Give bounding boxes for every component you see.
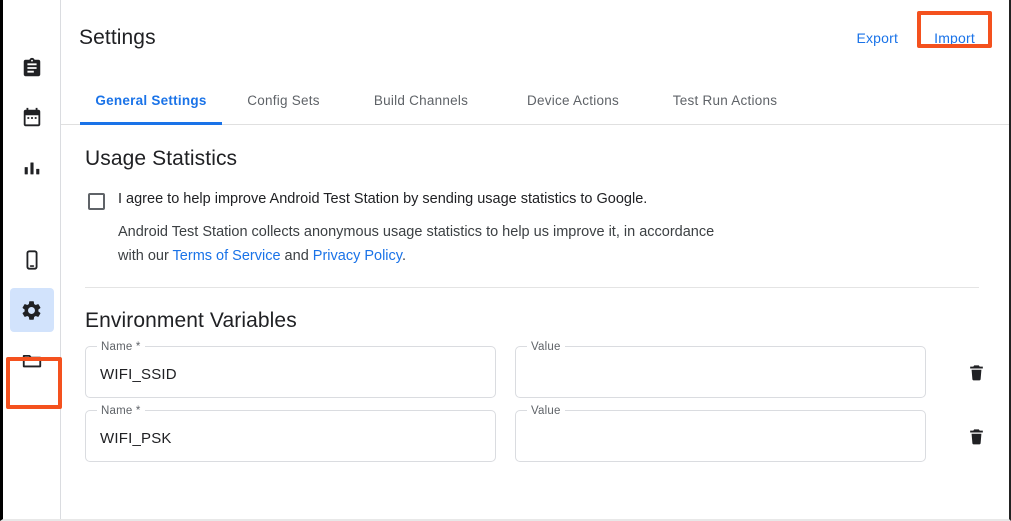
terms-of-service-link[interactable]: Terms of Service: [173, 248, 281, 264]
env-var-name-field[interactable]: Name * WIFI_PSK: [85, 410, 496, 462]
calendar-icon: [21, 107, 43, 129]
delete-env-var-button[interactable]: [957, 346, 995, 398]
note-middle-text: and: [281, 248, 313, 264]
delete-env-var-button[interactable]: [957, 410, 995, 462]
clipboard-icon: [21, 57, 43, 79]
phone-icon: [21, 249, 43, 271]
env-var-name-value: WIFI_PSK: [100, 430, 172, 448]
page-title: Settings: [79, 26, 156, 50]
sidebar-item-test-suites[interactable]: [10, 46, 54, 90]
trash-icon: [967, 363, 986, 382]
environment-variables-heading: Environment Variables: [85, 309, 987, 333]
tab-test-run-actions[interactable]: Test Run Actions: [649, 76, 801, 124]
sidebar-item-file-browser[interactable]: [10, 338, 54, 382]
main-panel: Settings Export Import General Settings …: [61, 0, 1009, 519]
env-var-row: Name * WIFI_PSK Value: [85, 410, 987, 462]
app-window: Settings Export Import General Settings …: [0, 0, 1011, 521]
sidebar-item-devices[interactable]: [10, 238, 54, 282]
note-suffix-text: .: [402, 248, 406, 264]
export-button[interactable]: Export: [840, 21, 914, 55]
env-var-name-label: Name *: [97, 340, 145, 354]
env-var-value-field[interactable]: Value: [515, 346, 926, 398]
tab-device-actions[interactable]: Device Actions: [497, 76, 649, 124]
import-button[interactable]: Import: [918, 21, 991, 55]
env-var-name-label: Name *: [97, 404, 145, 418]
folder-icon: [21, 349, 43, 371]
settings-content: Usage Statistics I agree to help improve…: [61, 125, 1009, 519]
env-var-value-field[interactable]: Value: [515, 410, 926, 462]
usage-statistics-heading: Usage Statistics: [85, 147, 987, 171]
sidebar-item-test-runs[interactable]: [10, 96, 54, 140]
section-divider: [85, 287, 979, 288]
usage-statistics-note: Android Test Station collects anonymous …: [118, 220, 718, 268]
bar-chart-icon: [21, 157, 43, 179]
sidebar-item-settings[interactable]: [10, 288, 54, 332]
env-var-name-field[interactable]: Name * WIFI_SSID: [85, 346, 496, 398]
sidebar-item-results[interactable]: [10, 146, 54, 190]
gear-icon: [20, 299, 43, 322]
usage-consent-label: I agree to help improve Android Test Sta…: [118, 187, 647, 211]
env-var-value-label: Value: [527, 340, 565, 354]
trash-icon: [967, 427, 986, 446]
settings-tabs: General Settings Config Sets Build Chann…: [61, 76, 1009, 125]
tab-build-channels[interactable]: Build Channels: [345, 76, 497, 124]
tab-config-sets[interactable]: Config Sets: [222, 76, 345, 124]
left-nav-rail: [3, 0, 61, 519]
page-header: Settings Export Import: [61, 0, 1009, 76]
usage-statistics-checkbox[interactable]: [88, 193, 105, 210]
privacy-policy-link[interactable]: Privacy Policy: [313, 248, 402, 264]
tab-general-settings[interactable]: General Settings: [80, 76, 222, 124]
env-var-name-value: WIFI_SSID: [100, 366, 177, 384]
env-var-value-label: Value: [527, 404, 565, 418]
usage-consent-row: I agree to help improve Android Test Sta…: [85, 187, 987, 211]
header-actions: Export Import: [840, 21, 991, 55]
env-var-row: Name * WIFI_SSID Value: [85, 346, 987, 398]
